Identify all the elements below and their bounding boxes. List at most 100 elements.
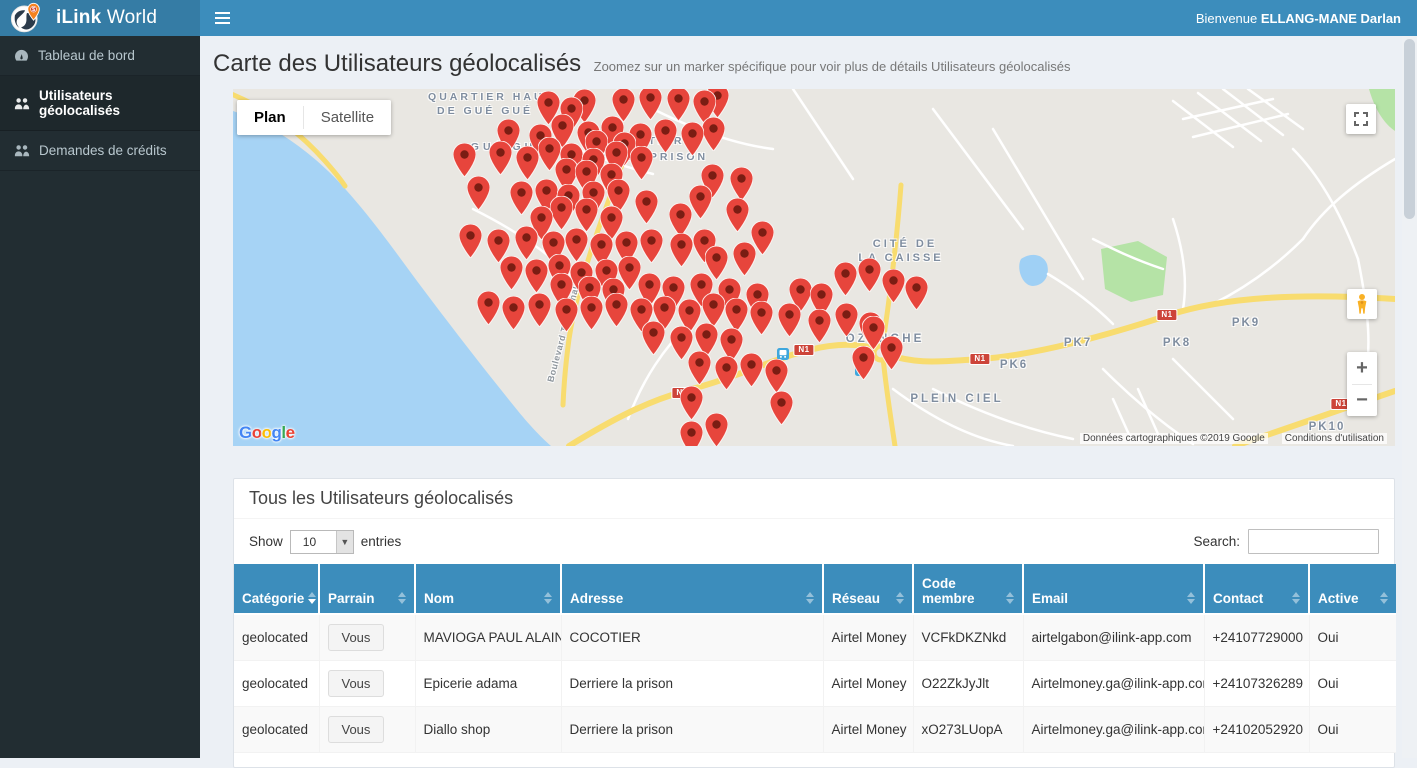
brand-link[interactable]: $ iLink World xyxy=(0,0,200,36)
table-row: geolocated Vous Diallo shop Derriere la … xyxy=(234,706,1396,752)
terms-link[interactable]: Conditions d'utilisation xyxy=(1282,433,1387,444)
users-icon xyxy=(14,144,30,157)
entries-select[interactable]: 10 ▼ xyxy=(290,530,354,554)
map-marker[interactable] xyxy=(528,293,551,327)
column-header-email[interactable]: Email xyxy=(1023,564,1204,614)
sidebar-toggle-button[interactable] xyxy=(200,0,244,36)
map-marker[interactable] xyxy=(770,391,793,425)
map-marker[interactable] xyxy=(725,298,748,332)
column-header-nom[interactable]: Nom xyxy=(415,564,561,614)
dashboard-icon xyxy=(14,49,29,62)
pegman-button[interactable] xyxy=(1347,289,1377,319)
fullscreen-button[interactable] xyxy=(1346,104,1376,134)
map-marker[interactable] xyxy=(477,291,500,325)
search-input[interactable] xyxy=(1248,529,1379,554)
map-marker[interactable] xyxy=(575,198,598,232)
map-marker[interactable] xyxy=(702,293,725,327)
map-marker[interactable] xyxy=(740,353,763,387)
column-header-active[interactable]: Active xyxy=(1309,564,1396,614)
map-marker[interactable] xyxy=(453,143,476,177)
column-header-reseau[interactable]: Réseau xyxy=(823,564,913,614)
column-header-contact[interactable]: Contact xyxy=(1204,564,1309,614)
map-marker[interactable] xyxy=(852,346,875,380)
map-marker[interactable] xyxy=(905,276,928,310)
column-header-parrain[interactable]: Parrain xyxy=(319,564,415,614)
cell-active: Oui xyxy=(1309,614,1396,660)
map-marker[interactable] xyxy=(702,117,725,151)
map-marker[interactable] xyxy=(680,421,703,446)
map-marker[interactable] xyxy=(459,224,482,258)
map-place-label: PK9 xyxy=(1232,317,1260,329)
cell-email: Airtelmoney.ga@ilink-app.com xyxy=(1023,706,1204,752)
map-marker[interactable] xyxy=(858,258,881,292)
map-marker[interactable] xyxy=(555,298,578,332)
map-type-satellite-button[interactable]: Satellite xyxy=(304,100,391,135)
map-marker[interactable] xyxy=(500,256,523,290)
map-marker[interactable] xyxy=(750,301,773,335)
map-zoom-control: + − xyxy=(1347,352,1377,416)
map-marker[interactable] xyxy=(467,176,490,210)
google-logo[interactable]: Google xyxy=(239,423,295,443)
map-marker[interactable] xyxy=(882,269,905,303)
map-marker[interactable] xyxy=(669,203,692,237)
google-map[interactable]: QUARTIER HAUTDE GUÉ GUÉGUÉ GUÉQUARTIERDE… xyxy=(233,89,1395,446)
map-marker[interactable] xyxy=(688,351,711,385)
map-marker[interactable] xyxy=(834,262,857,296)
map-marker[interactable] xyxy=(680,386,703,420)
vous-button[interactable]: Vous xyxy=(328,624,385,651)
map-marker[interactable] xyxy=(670,233,693,267)
cell-active: Oui xyxy=(1309,706,1396,752)
map-type-control: Plan Satellite xyxy=(237,100,391,135)
map-marker[interactable] xyxy=(835,303,858,337)
map-marker[interactable] xyxy=(733,242,756,276)
cell-categorie: geolocated xyxy=(234,660,319,706)
map-marker[interactable] xyxy=(705,413,728,446)
zoom-out-button[interactable]: − xyxy=(1347,385,1377,417)
map-marker[interactable] xyxy=(880,336,903,370)
cell-parrain: Vous xyxy=(319,660,415,706)
map-marker[interactable] xyxy=(765,359,788,393)
map-marker[interactable] xyxy=(689,185,712,219)
map-marker[interactable] xyxy=(605,293,628,327)
page-scrollbar[interactable] xyxy=(1402,36,1417,758)
map-marker[interactable] xyxy=(525,259,548,293)
map-marker[interactable] xyxy=(516,146,539,180)
vous-button[interactable]: Vous xyxy=(328,670,385,697)
map-marker[interactable] xyxy=(550,196,573,230)
cell-parrain: Vous xyxy=(319,706,415,752)
sidebar-item-utilisateurs-geolocalises[interactable]: Utilisateurs géolocalisés xyxy=(0,76,200,131)
map-place-label: PK6 xyxy=(1000,359,1028,371)
map-marker[interactable] xyxy=(726,198,749,232)
sidebar-item-demandes-de-credits[interactable]: Demandes de crédits xyxy=(0,131,200,171)
map-marker[interactable] xyxy=(654,119,677,153)
map-marker[interactable] xyxy=(640,229,663,263)
map-marker[interactable] xyxy=(730,167,753,201)
cell-reseau: Airtel Money xyxy=(823,614,913,660)
map-marker[interactable] xyxy=(580,296,603,330)
map-marker[interactable] xyxy=(778,303,801,337)
brand-title: iLink World xyxy=(56,7,157,29)
zoom-in-button[interactable]: + xyxy=(1347,352,1377,384)
map-marker[interactable] xyxy=(489,141,512,175)
map-type-plan-button[interactable]: Plan xyxy=(237,100,303,135)
cell-adresse: Derriere la prison xyxy=(561,660,823,706)
users-icon xyxy=(14,97,30,110)
vous-button[interactable]: Vous xyxy=(328,716,385,743)
map-marker[interactable] xyxy=(630,146,653,180)
map-marker[interactable] xyxy=(639,89,662,120)
map-marker[interactable] xyxy=(502,296,525,330)
column-header-code-membre[interactable]: Code membre xyxy=(913,564,1023,614)
search-label: Search: xyxy=(1193,534,1240,549)
map-marker[interactable] xyxy=(515,226,538,260)
column-header-adresse[interactable]: Adresse xyxy=(561,564,823,614)
sidebar-item-tableau-de-bord[interactable]: Tableau de bord xyxy=(0,36,200,76)
map-marker[interactable] xyxy=(667,89,690,121)
map-marker[interactable] xyxy=(715,356,738,390)
column-header-categorie[interactable]: Catégorie xyxy=(234,564,319,614)
map-marker[interactable] xyxy=(681,122,704,156)
map-marker[interactable] xyxy=(642,321,665,355)
scrollbar-thumb[interactable] xyxy=(1404,39,1415,219)
map-marker[interactable] xyxy=(635,190,658,224)
map-place-label: PK10 xyxy=(1309,421,1346,433)
map-marker[interactable] xyxy=(808,309,831,343)
